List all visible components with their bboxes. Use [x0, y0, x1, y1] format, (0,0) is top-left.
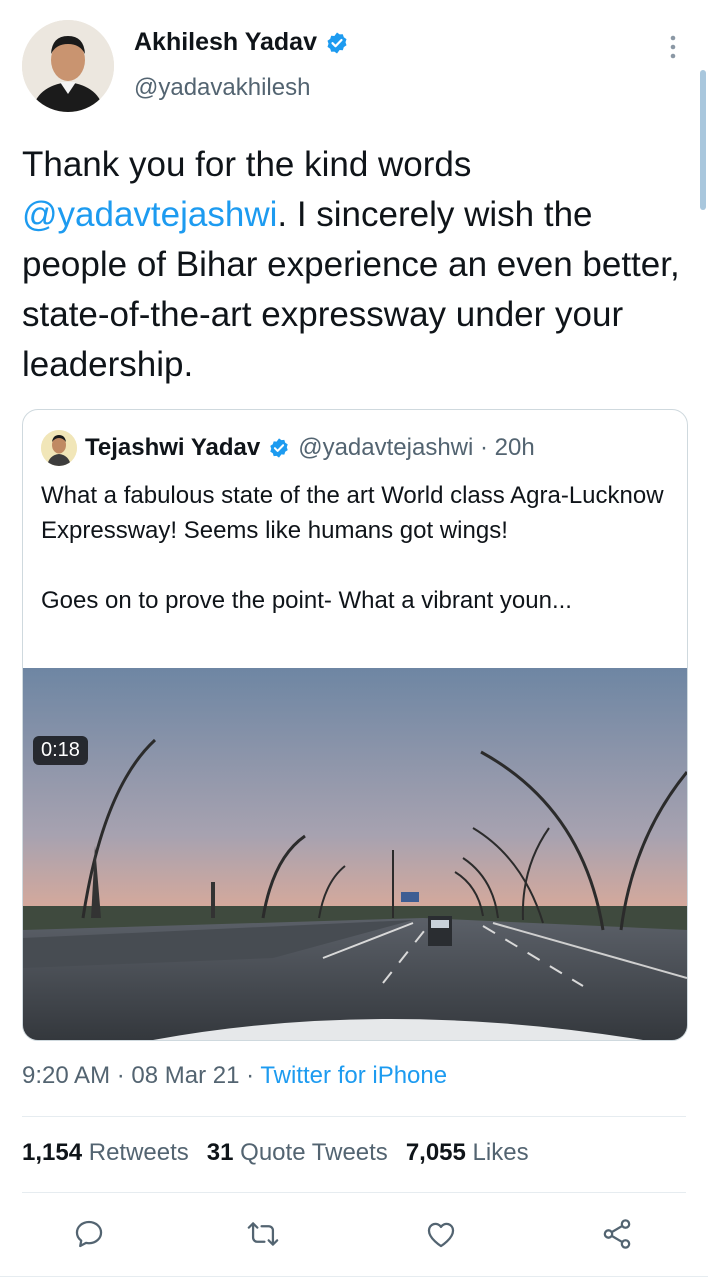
tweet-text: Thank you for the kind words @yadavtejas… — [22, 140, 682, 390]
likes-stat[interactable]: 7,055 Likes — [406, 1139, 529, 1167]
scrollbar[interactable] — [700, 70, 706, 210]
tweet-stats: 1,154 Retweets 31 Quote Tweets 7,055 Lik… — [22, 1139, 529, 1167]
more-options-icon[interactable] — [660, 30, 686, 64]
like-icon[interactable] — [424, 1217, 458, 1251]
author-avatar[interactable] — [22, 20, 114, 112]
author-name-text: Akhilesh Yadav — [134, 28, 317, 56]
quoted-author-name[interactable]: Tejashwi Yadav — [85, 434, 260, 462]
quoted-tweet-header: Tejashwi Yadav @yadavtejashwi · 20h — [41, 430, 535, 466]
verified-badge-icon — [327, 32, 347, 53]
likes-label: Likes — [472, 1139, 529, 1166]
video-duration: 0:18 — [33, 736, 88, 765]
quoted-author-avatar[interactable] — [41, 430, 77, 466]
source-link[interactable]: Twitter for iPhone — [260, 1062, 447, 1089]
reply-icon[interactable] — [72, 1217, 106, 1251]
tweet-timestamp: 9:20 AM · 08 Mar 21 · Twitter for iPhone — [22, 1062, 447, 1090]
quotes-label: Quote Tweets — [240, 1139, 388, 1166]
quote-tweets-stat[interactable]: 31 Quote Tweets — [207, 1139, 388, 1167]
quoted-tweet[interactable]: Tejashwi Yadav @yadavtejashwi · 20h What… — [22, 409, 688, 1041]
divider — [22, 1192, 686, 1193]
share-icon[interactable] — [600, 1217, 634, 1251]
retweets-count: 1,154 — [22, 1139, 83, 1166]
mention-link[interactable]: @yadavtejashwi — [22, 195, 277, 234]
quoted-tweet-text: What a fabulous state of the art World c… — [41, 478, 671, 618]
quoted-paragraph-2: Goes on to prove the point- What a vibra… — [41, 587, 572, 614]
quoted-paragraph-1: What a fabulous state of the art World c… — [41, 482, 664, 544]
author-handle[interactable]: @yadavakhilesh — [134, 74, 310, 102]
quoted-verified-badge-icon — [270, 438, 288, 458]
video-thumbnail[interactable] — [23, 668, 687, 1040]
divider — [0, 1276, 708, 1277]
retweet-icon[interactable] — [246, 1217, 280, 1251]
tweet-text-start: Thank you for the kind words — [22, 145, 472, 184]
divider — [22, 1116, 686, 1117]
quotes-count: 31 — [206, 1139, 234, 1166]
quoted-handle-time: @yadavtejashwi · 20h — [298, 434, 535, 461]
author-name[interactable]: Akhilesh Yadav — [134, 28, 349, 57]
likes-count: 7,055 — [405, 1139, 466, 1166]
retweets-stat[interactable]: 1,154 Retweets — [22, 1139, 189, 1167]
time-date[interactable]: 9:20 AM · 08 Mar 21 · — [22, 1062, 260, 1089]
retweets-label: Retweets — [88, 1139, 189, 1166]
